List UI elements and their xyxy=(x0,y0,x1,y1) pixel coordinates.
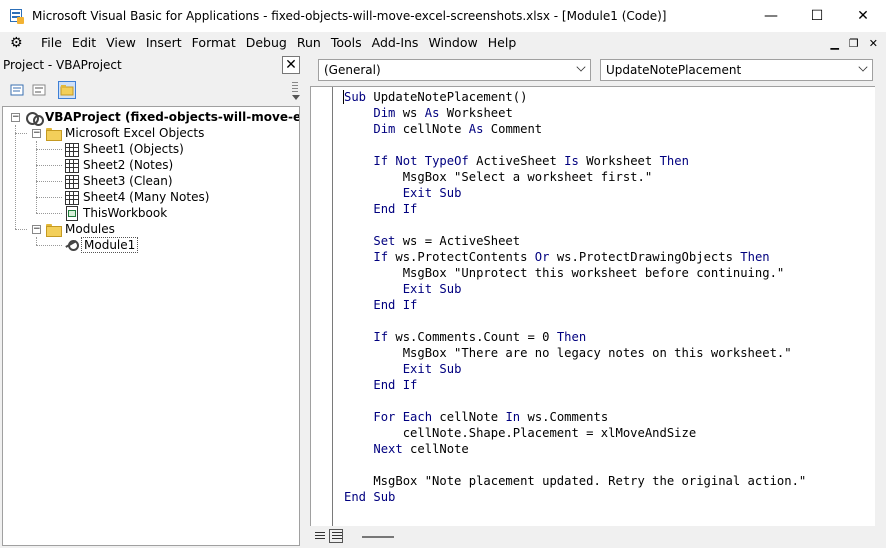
close-button[interactable]: ✕ xyxy=(840,0,886,32)
code-window-footer xyxy=(310,526,886,548)
menu-run[interactable]: Run xyxy=(292,32,326,54)
tree-item-label: Module1 xyxy=(81,237,139,253)
tree-item-label: ThisWorkbook xyxy=(83,206,168,220)
tree-item-module1[interactable]: Module1 xyxy=(63,237,139,253)
code-text[interactable]: Sub UpdateNotePlacement() Dim ws As Work… xyxy=(344,89,806,505)
object-combo-value: (General) xyxy=(324,63,381,77)
tree-excel-objects-label: Microsoft Excel Objects xyxy=(65,126,205,140)
vba-project-icon[interactable]: ⚙ xyxy=(10,33,30,53)
tree-item-thisworkbook[interactable]: ThisWorkbook xyxy=(63,205,169,221)
code-editor[interactable]: Sub UpdateNotePlacement() Dim ws As Work… xyxy=(310,86,875,526)
tree-item-sheet3[interactable]: Sheet3 (Clean) xyxy=(63,173,175,189)
project-explorer-header: Project - VBAProject ✕ xyxy=(0,55,302,75)
vba-app-icon xyxy=(9,8,25,24)
chevron-down-icon[interactable] xyxy=(858,62,868,72)
project-explorer-toolbar xyxy=(0,77,302,105)
collapse-excel-objects-icon[interactable]: − xyxy=(32,129,41,138)
menu-insert[interactable]: Insert xyxy=(141,32,187,54)
tree-item-sheet4[interactable]: Sheet4 (Many Notes) xyxy=(63,189,211,205)
procedure-view-icon[interactable] xyxy=(313,529,327,543)
vertical-scrollbar[interactable] xyxy=(875,86,886,526)
tree-modules-label: Modules xyxy=(65,222,115,236)
tree-item-sheet2[interactable]: Sheet2 (Notes) xyxy=(63,157,175,173)
menu-tools[interactable]: Tools xyxy=(326,32,367,54)
view-object-icon[interactable] xyxy=(30,81,48,99)
menu-edit[interactable]: Edit xyxy=(67,32,101,54)
folder-icon xyxy=(45,221,62,237)
code-window: (General) UpdateNotePlacement Sub Update… xyxy=(310,55,886,548)
module-icon xyxy=(63,237,79,253)
worksheet-icon xyxy=(63,141,79,157)
collapse-root-icon[interactable]: − xyxy=(11,113,20,122)
workbook-icon xyxy=(63,205,79,221)
tree-modules[interactable]: Modules xyxy=(45,221,117,237)
vba-project-icon xyxy=(25,109,44,126)
menu-view[interactable]: View xyxy=(101,32,141,54)
menu-bar: ⚙ File Edit View Insert Format Debug Run… xyxy=(0,32,886,54)
worksheet-icon xyxy=(63,157,79,173)
tree-root-label: VBAProject (fixed-objects-will-move-exce… xyxy=(45,110,299,124)
tree-item-sheet1[interactable]: Sheet1 (Objects) xyxy=(63,141,186,157)
horizontal-scroll-thumb[interactable] xyxy=(362,536,394,538)
object-combo[interactable]: (General) xyxy=(318,59,591,81)
full-module-view-icon[interactable] xyxy=(329,529,343,543)
menu-file[interactable]: File xyxy=(36,32,67,54)
worksheet-icon xyxy=(63,173,79,189)
mdi-close-button[interactable]: ✕ xyxy=(869,37,878,50)
margin-indicator-bar[interactable] xyxy=(311,87,333,526)
chevron-down-icon[interactable] xyxy=(576,62,586,72)
menu-format[interactable]: Format xyxy=(187,32,241,54)
pane-splitter[interactable] xyxy=(302,55,310,548)
window-title: Microsoft Visual Basic for Applications … xyxy=(32,9,667,23)
project-explorer-title: Project - VBAProject xyxy=(3,58,122,72)
tree-item-label: Sheet1 (Objects) xyxy=(83,142,184,156)
menu-add-ins[interactable]: Add-Ins xyxy=(367,32,424,54)
menu-debug[interactable]: Debug xyxy=(241,32,292,54)
procedure-combo[interactable]: UpdateNotePlacement xyxy=(600,59,873,81)
toggle-folders-icon[interactable] xyxy=(58,81,76,99)
tree-root[interactable]: VBAProject (fixed-objects-will-move-exce… xyxy=(25,109,299,126)
maximize-button[interactable]: ☐ xyxy=(794,0,840,32)
menu-help[interactable]: Help xyxy=(483,32,522,54)
tree-item-label: Sheet3 (Clean) xyxy=(83,174,173,188)
tree-item-label: Sheet4 (Many Notes) xyxy=(83,190,210,204)
mdi-restore-button[interactable]: ❐ xyxy=(849,37,859,50)
tree-item-label: Sheet2 (Notes) xyxy=(83,158,174,172)
view-code-icon[interactable] xyxy=(8,81,26,99)
title-bar: Microsoft Visual Basic for Applications … xyxy=(0,0,886,32)
tree-excel-objects[interactable]: Microsoft Excel Objects xyxy=(45,125,206,141)
folder-icon xyxy=(45,125,62,141)
mdi-minimize-button[interactable]: ▁ xyxy=(830,37,838,50)
minimize-button[interactable]: — xyxy=(748,0,794,32)
worksheet-icon xyxy=(63,189,79,205)
toolbar-overflow-icon[interactable] xyxy=(291,79,300,103)
project-explorer-close-button[interactable]: ✕ xyxy=(282,56,300,74)
menu-window[interactable]: Window xyxy=(423,32,482,54)
procedure-combo-value: UpdateNotePlacement xyxy=(606,63,742,77)
collapse-modules-icon[interactable]: − xyxy=(32,225,41,234)
project-tree: − VBAProject (fixed-objects-will-move-ex… xyxy=(2,106,300,546)
